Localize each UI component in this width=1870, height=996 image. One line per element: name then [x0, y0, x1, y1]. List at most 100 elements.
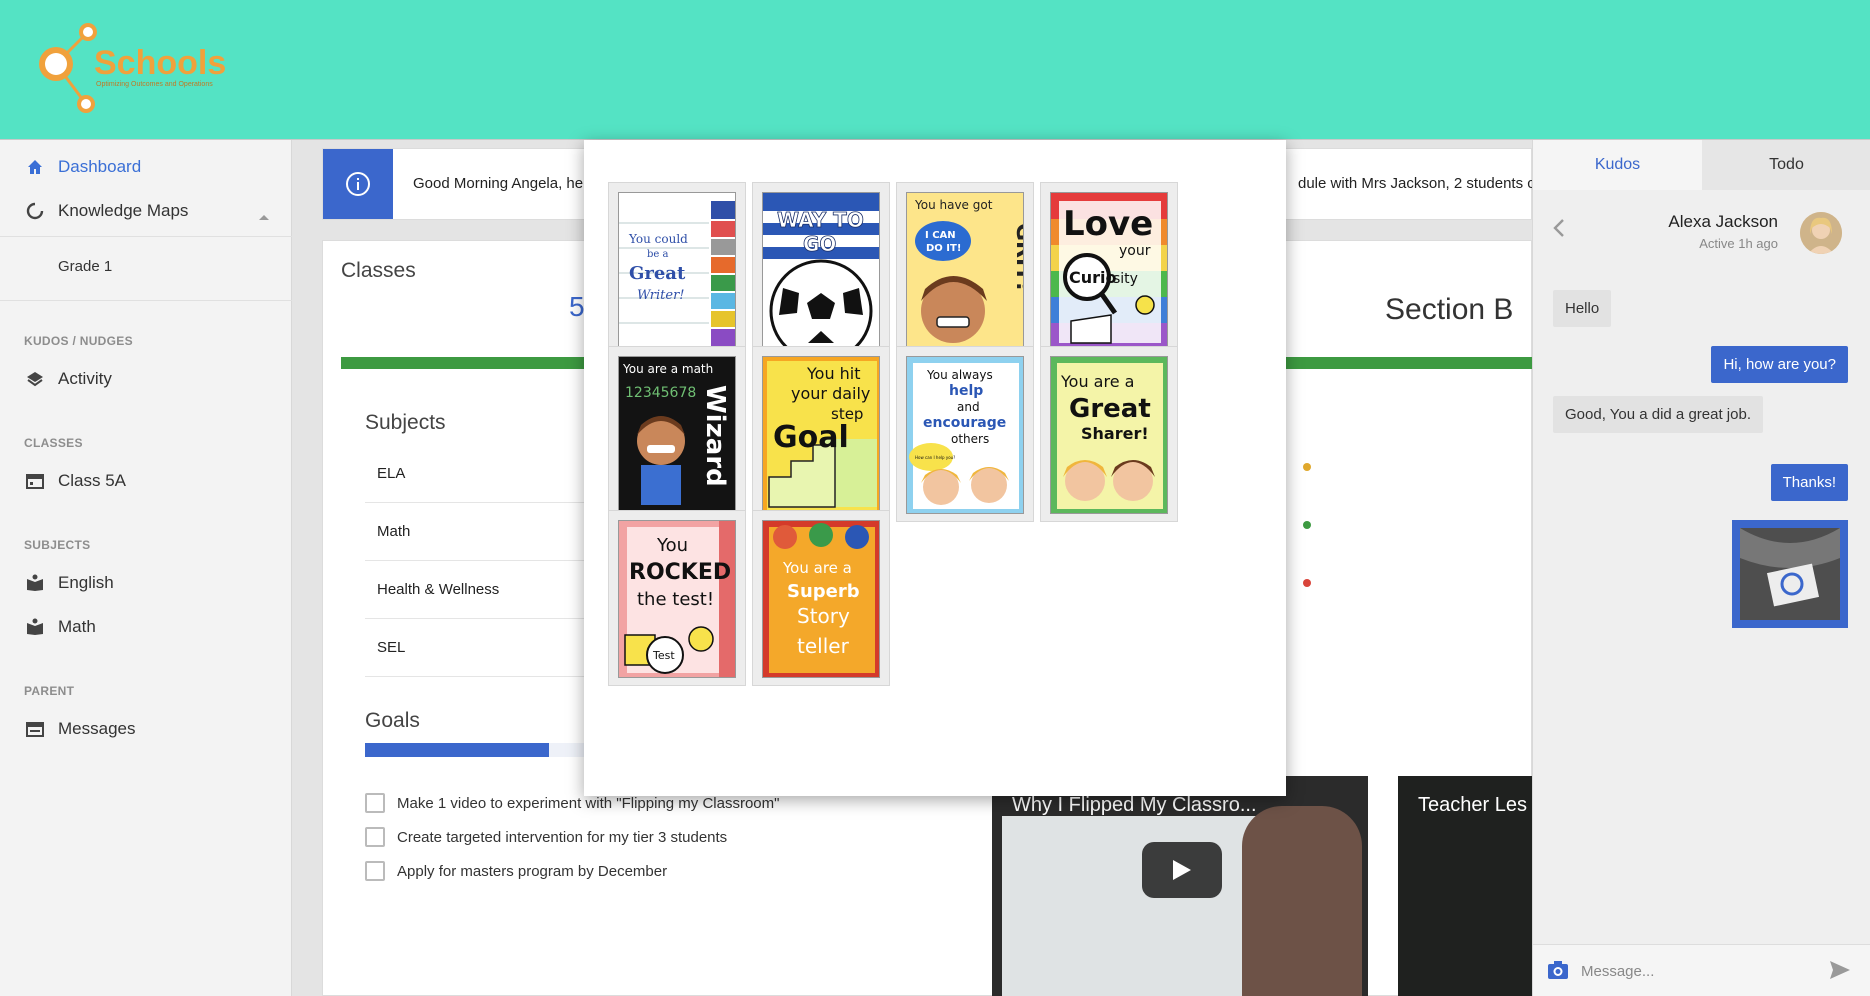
- kudo-text: Writer!: [637, 288, 685, 303]
- kudo-text: Sharer!: [1081, 424, 1149, 443]
- info-icon: [323, 149, 393, 219]
- kudo-card-help-encourage[interactable]: You always help and encourage others How…: [896, 346, 1034, 522]
- kudo-text: GO: [803, 232, 836, 256]
- video-thumbnail[interactable]: Teacher Les: [1398, 776, 1532, 996]
- sidebar-item-label: Knowledge Maps: [58, 201, 189, 220]
- sidebar-item-class-5a[interactable]: Class 5A: [24, 470, 126, 492]
- kudo-text: Superb: [787, 581, 860, 602]
- status-dot-green: [1303, 521, 1311, 529]
- sidebar-item-math[interactable]: Math: [24, 616, 96, 638]
- kudo-text: Test: [652, 649, 675, 662]
- greeting-text-tail: dule with Mrs Jackson, 2 students co: [1298, 175, 1533, 192]
- sidebar-item-messages[interactable]: Messages: [24, 718, 135, 740]
- kudo-text: GRIT!: [1011, 223, 1024, 291]
- kudo-card-way-to-go[interactable]: WAY TO GO: [752, 182, 890, 358]
- kudo-image: You always help and encourage others How…: [906, 356, 1024, 514]
- goals-progress-bar: [365, 743, 549, 757]
- kudo-text: Curio: [1069, 268, 1117, 287]
- kudo-text: Story: [797, 604, 850, 628]
- goal-text: Create targeted intervention for my tier…: [397, 828, 728, 846]
- kudo-card-daily-goal[interactable]: You hit your daily step Goal: [752, 346, 890, 522]
- kudo-card-grit[interactable]: You have got GRIT! I CAN DO IT!: [896, 182, 1034, 358]
- whiteboard-image: [1002, 816, 1282, 996]
- goal-checkbox[interactable]: [365, 827, 385, 847]
- kudo-text: and: [957, 400, 980, 414]
- camera-icon[interactable]: [1547, 960, 1569, 985]
- sidebar-item-english[interactable]: English: [24, 572, 114, 594]
- goal-item[interactable]: Create targeted intervention for my tier…: [365, 827, 727, 847]
- presenter-image: [1242, 806, 1362, 996]
- chevron-up-icon[interactable]: [258, 208, 270, 226]
- kudo-card-great-writer[interactable]: You could be a Great Writer!: [608, 182, 746, 358]
- goal-text: Make 1 video to experiment with "Flippin…: [397, 794, 780, 812]
- sidebar-item-label: English: [58, 573, 114, 592]
- sidebar-item-activity[interactable]: Activity: [24, 368, 112, 390]
- kudo-card-story-teller[interactable]: You are a Superb Story teller: [752, 510, 890, 686]
- chat-panel: Kudos Todo Alexa Jackson Active 1h ago H…: [1532, 140, 1870, 996]
- classes-title: Classes: [341, 259, 416, 282]
- chat-image-message[interactable]: [1732, 520, 1848, 628]
- kudo-text: 12345678: [625, 385, 696, 401]
- send-icon[interactable]: [1829, 960, 1851, 985]
- kudo-card-love-curiosity[interactable]: Love your Curio sity: [1040, 182, 1178, 358]
- tab-kudos[interactable]: Kudos: [1533, 140, 1702, 190]
- kudo-text: You are a: [782, 559, 852, 577]
- sidebar-item-dashboard[interactable]: Dashboard: [24, 156, 141, 178]
- contact-name: Alexa Jackson: [1668, 212, 1778, 231]
- chevron-left-icon[interactable]: [1553, 218, 1565, 243]
- schools-logo[interactable]: Schools Optimizing Outcomes and Operatio…: [36, 22, 226, 122]
- kudo-image: You could be a Great Writer!: [618, 192, 736, 350]
- kudo-text: Goal: [773, 420, 849, 455]
- kudo-text: your: [1119, 243, 1151, 259]
- kudo-text: I CAN: [925, 230, 956, 241]
- message-input[interactable]: [1581, 959, 1811, 983]
- sidebar-item-label: Messages: [58, 719, 136, 738]
- tab-todo[interactable]: Todo: [1702, 140, 1870, 190]
- goal-checkbox[interactable]: [365, 793, 385, 813]
- status-dot-red: [1303, 579, 1311, 587]
- kudo-text: Wizard: [700, 385, 730, 487]
- avatar[interactable]: [1800, 212, 1842, 254]
- kudo-card-great-sharer[interactable]: You are a Great Sharer!: [1040, 346, 1178, 522]
- goal-item[interactable]: Apply for masters program by December: [365, 861, 667, 881]
- message-box-icon: [24, 718, 46, 740]
- goals-title: Goals: [365, 709, 420, 732]
- kudo-text: DO IT!: [926, 243, 961, 254]
- kudo-card-math-wizard[interactable]: You are a math 12345678 Wizard: [608, 346, 746, 522]
- kudo-text: WAY TO: [777, 208, 864, 232]
- contact-status: Active 1h ago: [1699, 236, 1778, 251]
- section-label[interactable]: Section B: [1385, 293, 1513, 327]
- sidebar-item-label: Math: [58, 617, 96, 636]
- goal-item[interactable]: Make 1 video to experiment with "Flippin…: [365, 793, 779, 813]
- kudo-image: Love your Curio sity: [1050, 192, 1168, 350]
- kudo-text: the test!: [637, 589, 714, 610]
- message-bar: [1533, 944, 1870, 996]
- kudo-text: ROCKED: [629, 560, 731, 585]
- book-icon: [24, 572, 46, 594]
- chat-tabs: Kudos Todo: [1533, 140, 1870, 190]
- class-label[interactable]: 5: [569, 291, 585, 323]
- book-icon: [24, 616, 46, 638]
- sidebar-item-knowledge-maps[interactable]: Knowledge Maps: [24, 200, 188, 222]
- kudo-text: You are a: [1060, 372, 1134, 391]
- goal-checkbox[interactable]: [365, 861, 385, 881]
- kudo-text: You: [656, 535, 688, 556]
- divider: [0, 236, 292, 237]
- kudo-text: You could: [628, 232, 688, 246]
- kudo-text: be a: [647, 249, 668, 260]
- video-title: Teacher Les: [1418, 794, 1527, 816]
- kudo-text: How can I help you?: [915, 455, 955, 460]
- section-heading-classes: CLASSES: [24, 436, 83, 450]
- video-title: Why I Flipped My Classro...: [1012, 794, 1257, 816]
- kudo-text: sity: [1113, 271, 1138, 287]
- layers-icon: [24, 368, 46, 390]
- kudo-text: You always: [926, 368, 993, 382]
- kudo-image: You have got GRIT! I CAN DO IT!: [906, 192, 1024, 350]
- play-button[interactable]: [1142, 842, 1222, 898]
- kudo-text: others: [951, 432, 989, 446]
- video-thumbnail[interactable]: Why I Flipped My Classro...: [992, 776, 1368, 996]
- svg-text:Schools: Schools: [94, 44, 226, 82]
- kudo-card-rocked-test[interactable]: You ROCKED the test! Test: [608, 510, 746, 686]
- kudo-image: You hit your daily step Goal: [762, 356, 880, 514]
- sidebar-item-grade-1[interactable]: Grade 1: [58, 258, 112, 275]
